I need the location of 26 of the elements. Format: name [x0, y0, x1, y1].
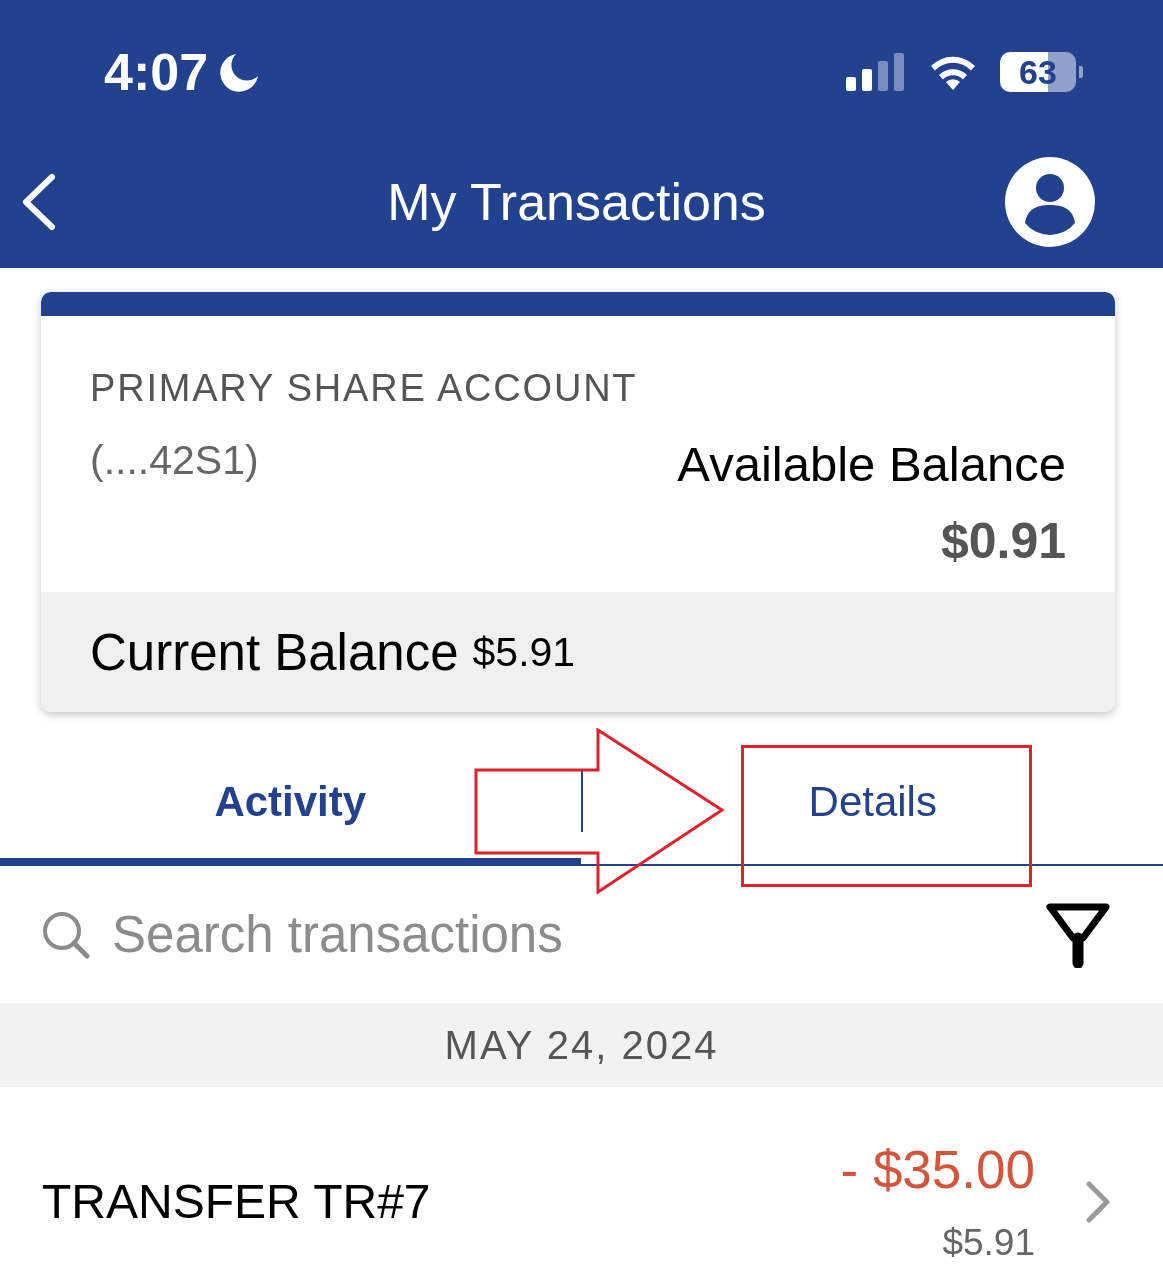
tab[interactable]: Details — [582, 712, 1163, 864]
transaction-amount: - $35.00 — [840, 1143, 1035, 1196]
transaction-description: TRANSFER TR#7 — [42, 1178, 431, 1226]
filter-button[interactable] — [1045, 901, 1111, 968]
account-number: (....42S1) — [90, 440, 259, 481]
battery-indicator: 63 — [1000, 52, 1083, 92]
search-field[interactable]: Search transactions — [42, 905, 672, 964]
date-label: MAY 24, 2024 — [444, 1025, 719, 1065]
signal-bars-icon — [846, 53, 906, 91]
available-balance-amount: $0.91 — [940, 516, 1066, 566]
account-name: PRIMARY SHARE ACCOUNT — [90, 369, 639, 407]
current-balance-amount: $5.91 — [472, 631, 576, 673]
transaction-row[interactable]: TRANSFER TR#7 - $35.00 $5.91 — [0, 1087, 1163, 1271]
running-balance: $5.91 — [942, 1224, 1035, 1261]
chevron-right-icon — [1085, 1181, 1111, 1223]
status-time: 4:07 — [104, 46, 209, 98]
wifi-icon — [928, 54, 978, 90]
current-balance-label: Current Balance — [90, 626, 459, 678]
tab[interactable]: Activity — [0, 712, 581, 864]
available-balance-label: Available Balance — [677, 440, 1066, 489]
moon-icon — [220, 52, 261, 92]
filter-icon — [1045, 901, 1111, 968]
user-avatar-icon — [1005, 157, 1095, 247]
search-icon — [42, 910, 90, 959]
profile-button[interactable] — [1005, 157, 1095, 247]
back-chevron-icon — [20, 173, 56, 231]
